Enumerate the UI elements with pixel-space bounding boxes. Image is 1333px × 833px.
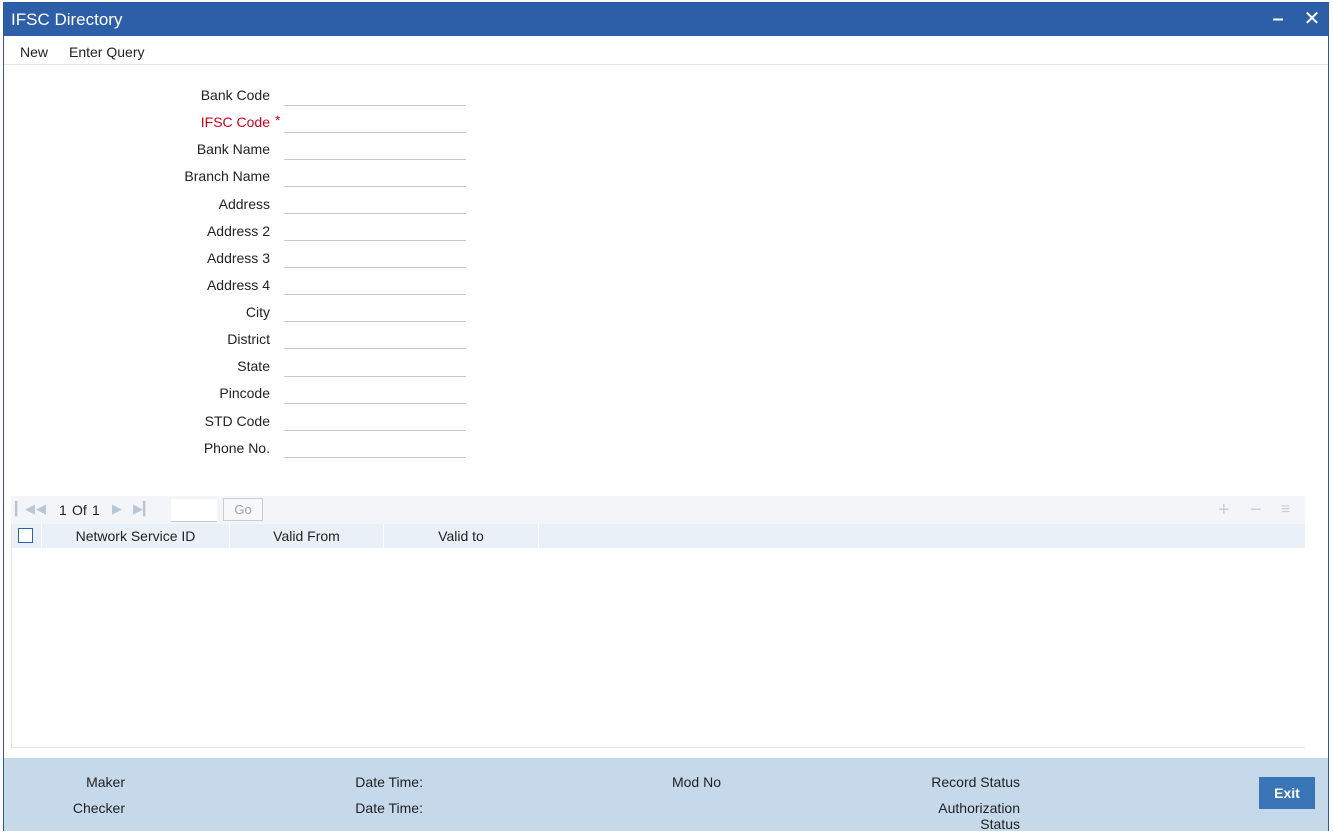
bank-code-label: Bank Code bbox=[200, 87, 270, 103]
required-marker: * bbox=[275, 112, 281, 128]
page-of-label: Of bbox=[72, 502, 87, 518]
maker-date-time-label: Date Time: bbox=[355, 774, 423, 790]
pincode-input[interactable] bbox=[284, 383, 466, 404]
menu-bar: New Enter Query bbox=[4, 36, 1328, 65]
branch-name-input[interactable] bbox=[284, 166, 466, 187]
close-icon[interactable]: ✕ bbox=[1300, 6, 1324, 32]
column-header-network-service-id[interactable]: Network Service ID bbox=[42, 524, 230, 548]
window-title: IFSC Directory bbox=[11, 10, 123, 29]
ifsc-code-label: IFSC Code bbox=[200, 114, 270, 130]
next-page-icon[interactable]: ▶ bbox=[112, 501, 122, 517]
std-code-label: STD Code bbox=[204, 413, 270, 429]
delete-row-icon[interactable]: − bbox=[1250, 499, 1262, 522]
ifsc-directory-window: IFSC Directory – ✕ New Enter Query Bank … bbox=[3, 2, 1329, 832]
std-code-input[interactable] bbox=[284, 410, 466, 431]
state-input[interactable] bbox=[284, 356, 466, 377]
address-2-label: Address 2 bbox=[206, 223, 270, 239]
maker-label: Maker bbox=[86, 774, 125, 790]
current-page: 1 bbox=[59, 502, 67, 518]
bank-name-input[interactable] bbox=[284, 139, 466, 160]
single-view-icon[interactable]: ≡ bbox=[1281, 501, 1290, 519]
address-2-input[interactable] bbox=[284, 220, 466, 241]
phone-no-label: Phone No. bbox=[203, 440, 270, 456]
ifsc-code-input[interactable] bbox=[284, 112, 466, 133]
bank-code-input[interactable] bbox=[284, 85, 466, 106]
authorization-status-label: Status bbox=[980, 816, 1020, 832]
page-number-input[interactable] bbox=[171, 499, 217, 522]
total-pages: 1 bbox=[92, 502, 100, 518]
select-all-cell bbox=[12, 524, 42, 548]
address-input[interactable] bbox=[284, 193, 466, 214]
add-row-icon[interactable]: + bbox=[1218, 499, 1230, 522]
state-label: State bbox=[237, 358, 270, 374]
column-header-valid-to[interactable]: Valid to bbox=[384, 524, 539, 548]
checker-label: Checker bbox=[72, 800, 125, 816]
title-bar: IFSC Directory – ✕ bbox=[4, 3, 1328, 36]
address-3-label: Address 3 bbox=[206, 250, 270, 266]
address-3-input[interactable] bbox=[284, 247, 466, 268]
grid-pagination-bar: ▎◀ ◀ 1 Of 1 ▶ ▶▎ Go + − ≡ bbox=[11, 496, 1305, 524]
district-label: District bbox=[227, 331, 270, 347]
authorization-label: Authorization bbox=[938, 800, 1020, 816]
enter-query-menu-item[interactable]: Enter Query bbox=[69, 44, 144, 60]
checker-date-time-label: Date Time: bbox=[355, 800, 423, 816]
network-service-grid: Network Service ID Valid From Valid to bbox=[11, 524, 1305, 748]
district-input[interactable] bbox=[284, 328, 466, 349]
branch-name-label: Branch Name bbox=[184, 168, 270, 184]
last-page-icon[interactable]: ▶▎ bbox=[133, 501, 153, 517]
phone-no-input[interactable] bbox=[284, 437, 466, 458]
first-page-icon[interactable]: ▎◀ bbox=[15, 501, 35, 517]
column-header-valid-from[interactable]: Valid From bbox=[230, 524, 384, 548]
city-input[interactable] bbox=[284, 301, 466, 322]
address-4-label: Address 4 bbox=[206, 277, 270, 293]
grid-header: Network Service ID Valid From Valid to bbox=[12, 524, 1305, 548]
address-4-input[interactable] bbox=[284, 274, 466, 295]
bank-name-label: Bank Name bbox=[196, 141, 270, 157]
city-label: City bbox=[245, 304, 270, 320]
pincode-label: Pincode bbox=[219, 385, 270, 401]
exit-button[interactable]: Exit bbox=[1259, 777, 1315, 809]
previous-page-icon[interactable]: ◀ bbox=[36, 501, 46, 517]
address-label: Address bbox=[218, 196, 270, 212]
audit-footer: Maker Checker Date Time: Date Time: Mod … bbox=[4, 758, 1328, 832]
go-button[interactable]: Go bbox=[223, 498, 263, 521]
minimize-icon[interactable]: – bbox=[1266, 6, 1290, 32]
new-menu-item[interactable]: New bbox=[20, 44, 48, 60]
record-status-label: Record Status bbox=[931, 774, 1020, 790]
select-all-checkbox[interactable] bbox=[18, 528, 33, 543]
mod-no-label: Mod No bbox=[671, 774, 721, 790]
